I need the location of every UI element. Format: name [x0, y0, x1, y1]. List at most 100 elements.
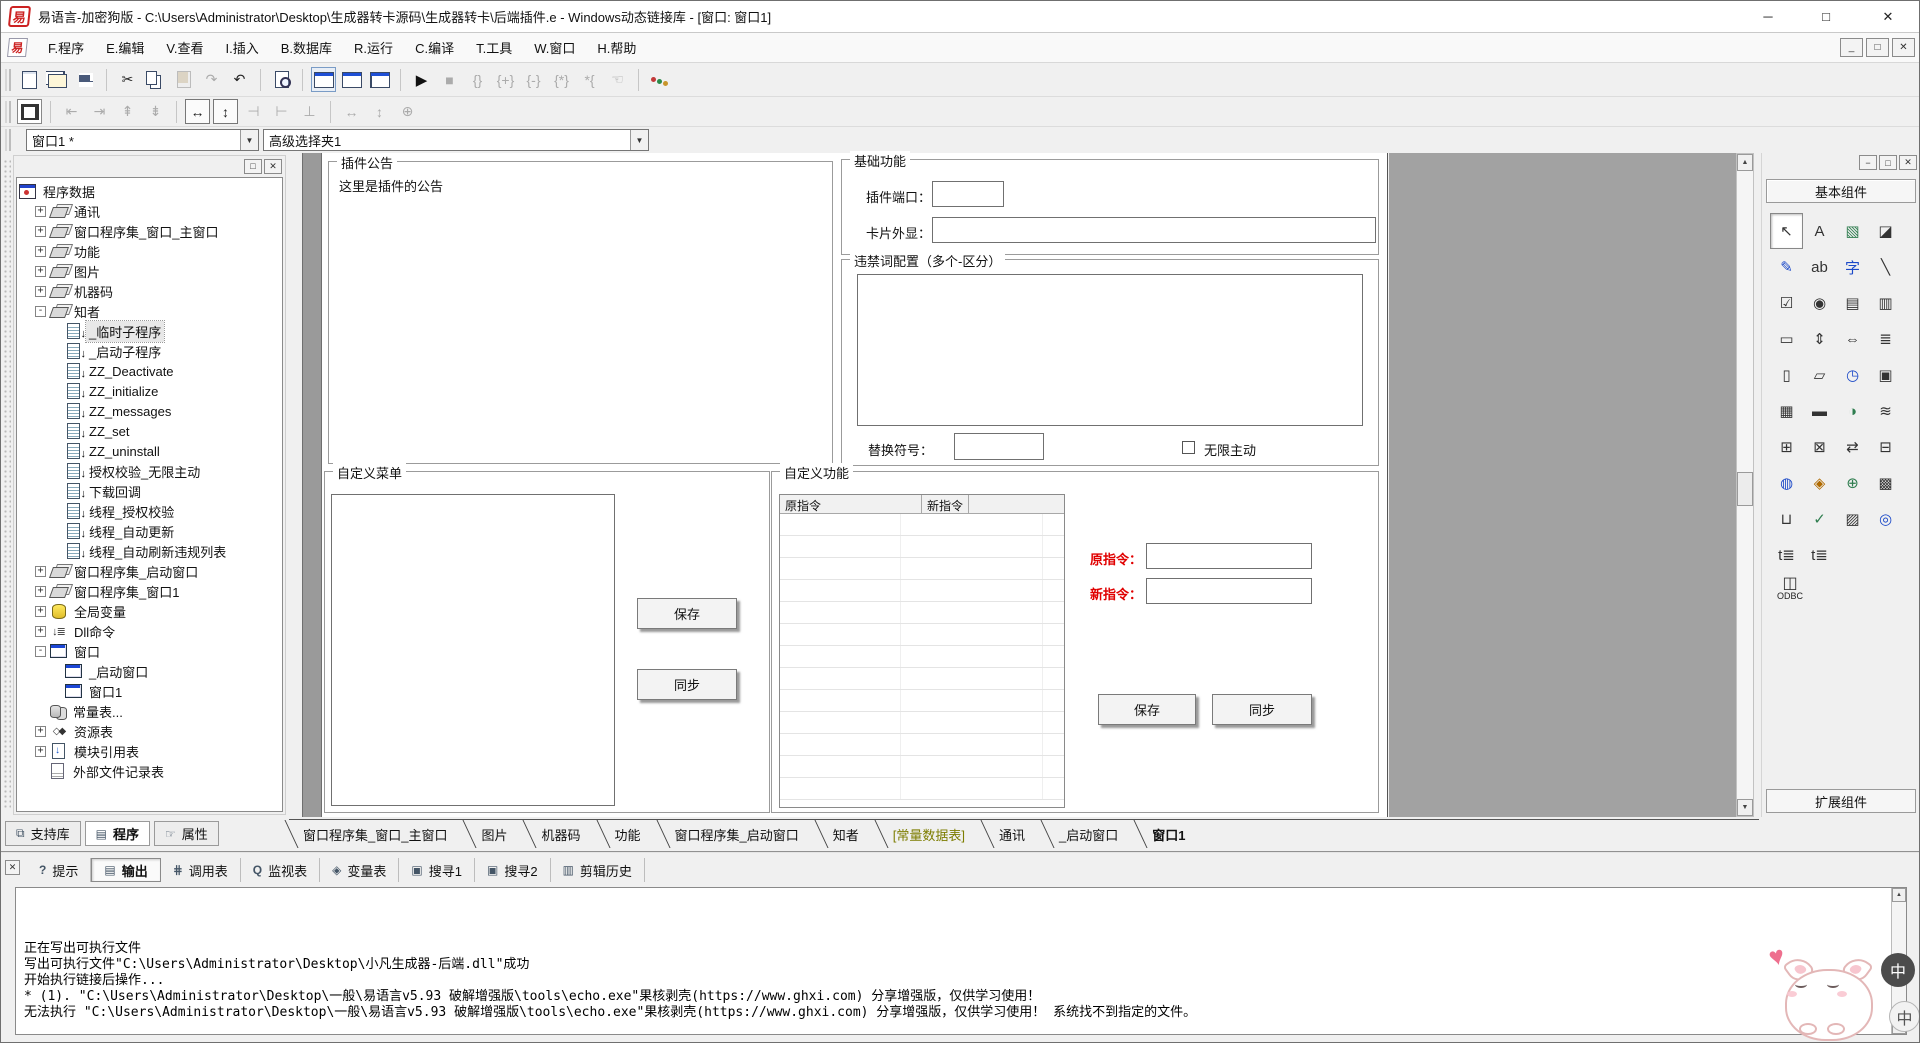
ime-indicator[interactable]: 中 — [1881, 953, 1915, 987]
mdi-window-button[interactable]: □ — [1866, 38, 1889, 57]
dock-grip[interactable] — [3, 159, 11, 809]
menu-save-button[interactable]: 保存 — [637, 598, 737, 629]
component-icon[interactable]: ✎ — [1770, 249, 1803, 285]
component-icon[interactable]: ▨ — [1836, 501, 1869, 537]
new-command-input[interactable] — [1146, 578, 1312, 604]
table-row[interactable] — [780, 514, 1064, 536]
toolbar-icon[interactable]: ↷ — [199, 67, 224, 92]
tree-item[interactable]: 授权校验_无限主动 — [17, 461, 282, 481]
tree-item[interactable]: + 模块引用表 — [17, 741, 282, 761]
replace-symbol-input[interactable] — [954, 433, 1044, 460]
toolbar-icon[interactable]: {*} — [549, 67, 574, 92]
toolbar-grip[interactable] — [5, 129, 11, 151]
tree-item[interactable]: 线程_自动更新 — [17, 521, 282, 541]
tree-item[interactable]: 窗口1 — [17, 681, 282, 701]
table-row[interactable] — [780, 712, 1064, 734]
tree-item[interactable]: ZZ_set — [17, 421, 282, 441]
document-tab[interactable]: 图片 — [467, 820, 527, 848]
tree-item[interactable]: 下载回调 — [17, 481, 282, 501]
component-icon[interactable]: ▭ — [1770, 321, 1803, 357]
toolbar-icon[interactable]: ⊢ — [269, 99, 294, 124]
document-tab[interactable]: [常量数据表] — [879, 820, 985, 848]
window-selector-combobox[interactable]: 窗口1 * ▼ — [26, 129, 259, 151]
toolbar-icon[interactable]: {+} — [493, 67, 518, 92]
document-tab[interactable]: 窗口1 — [1138, 820, 1205, 848]
toolbar-icon[interactable] — [171, 67, 196, 92]
component-icon[interactable]: ◎ — [1869, 501, 1902, 537]
tree-item[interactable]: + 窗口程序集_启动窗口 — [17, 561, 282, 581]
panel-splitter[interactable] — [302, 153, 322, 817]
toolbar-grip[interactable] — [5, 101, 11, 123]
output-tab[interactable]: ▣ 搜寻2 — [475, 858, 551, 882]
output-close-button[interactable]: ✕ — [5, 860, 20, 875]
document-tab[interactable]: 功能 — [601, 820, 661, 848]
toolbar-icon[interactable]: ■ — [437, 67, 462, 92]
tree-item[interactable]: + 资源表 — [17, 721, 282, 741]
table-row[interactable] — [780, 536, 1064, 558]
tree-item[interactable]: ZZ_initialize — [17, 381, 282, 401]
toolbar-icon[interactable] — [17, 99, 42, 124]
scrollbar-thumb[interactable] — [1737, 472, 1753, 506]
document-tab[interactable]: _启动窗口 — [1045, 820, 1138, 848]
component-icon[interactable]: ◑ — [1836, 393, 1869, 429]
component-icon[interactable]: ▥ — [1869, 285, 1902, 321]
toolbar-icon[interactable] — [311, 67, 336, 92]
tree-item[interactable]: + 通讯 — [17, 201, 282, 221]
tree-item[interactable]: + 窗口程序集_窗口_主窗口 — [17, 221, 282, 241]
toolbar-icon[interactable]: ↕ — [367, 99, 392, 124]
toolbar-icon[interactable] — [339, 67, 364, 92]
scroll-up-button[interactable]: ▲ — [1737, 154, 1753, 171]
toolbar-icon[interactable]: ⇟ — [143, 99, 168, 124]
tree-item[interactable]: _临时子程序 — [17, 321, 282, 341]
tree-expand-toggle[interactable]: + — [35, 746, 46, 757]
toolbar-icon[interactable]: ↔ — [339, 99, 364, 124]
toolbar-icon[interactable] — [269, 67, 294, 92]
card-display-input[interactable] — [932, 217, 1376, 243]
tree-expand-toggle[interactable]: - — [35, 306, 46, 317]
component-icon[interactable]: ▱ — [1803, 357, 1836, 393]
menu-item[interactable]: C.编译 — [404, 33, 465, 62]
basic-components-header[interactable]: 基本组件 — [1766, 179, 1916, 203]
output-tab[interactable]: ▣ 搜寻1 — [399, 858, 475, 882]
panel-window-button[interactable]: − — [1859, 155, 1877, 170]
toolbar-grip[interactable] — [5, 69, 11, 91]
component-icon[interactable]: t≣ — [1770, 537, 1803, 573]
component-icon[interactable]: t≣ — [1803, 537, 1836, 573]
component-icon[interactable]: ╲ — [1869, 249, 1902, 285]
component-icon[interactable]: ▣ — [1869, 357, 1902, 393]
toolbar-icon[interactable]: ↶ — [227, 67, 252, 92]
side-tab[interactable]: ▤ 程序 — [85, 821, 150, 846]
scroll-down-button[interactable]: ▼ — [1737, 799, 1753, 816]
tree-item[interactable]: ZZ_messages — [17, 401, 282, 421]
toolbar-icon[interactable]: {-} — [521, 67, 546, 92]
mdi-window-button[interactable]: _ — [1840, 38, 1863, 57]
tree-item[interactable]: 外部文件记录表 — [17, 761, 282, 781]
toolbar-icon[interactable]: *{ — [577, 67, 602, 92]
component-icon[interactable]: ☑ — [1770, 285, 1803, 321]
table-row[interactable] — [780, 646, 1064, 668]
tree-item[interactable]: + 功能 — [17, 241, 282, 261]
component-icon[interactable]: 字 — [1836, 249, 1869, 285]
mdi-window-button[interactable]: ✕ — [1892, 38, 1915, 57]
toolbar-icon[interactable] — [647, 67, 672, 92]
component-icon[interactable]: ⇕ — [1803, 321, 1836, 357]
table-row[interactable] — [780, 580, 1064, 602]
output-tab[interactable]: Q 监视表 — [241, 858, 320, 882]
tree-expand-toggle[interactable]: + — [35, 606, 46, 617]
tree-item[interactable]: - 窗口 — [17, 641, 282, 661]
chevron-down-icon[interactable]: ▼ — [630, 130, 648, 150]
plugin-port-input[interactable] — [932, 181, 1004, 207]
banned-words-textarea[interactable] — [857, 274, 1363, 426]
component-icon[interactable]: ◪ — [1869, 213, 1902, 249]
toolbar-icon[interactable]: ▶ — [409, 67, 434, 92]
table-row[interactable] — [780, 690, 1064, 712]
tree-item[interactable]: 线程_授权校验 — [17, 501, 282, 521]
tree-item[interactable]: 程序数据 — [17, 181, 282, 201]
tree-expand-toggle[interactable]: - — [35, 646, 46, 657]
table-row[interactable] — [780, 602, 1064, 624]
component-icon[interactable]: ▧ — [1836, 213, 1869, 249]
menu-item[interactable]: I.插入 — [215, 33, 270, 62]
component-icon[interactable]: ab — [1803, 249, 1836, 285]
component-icon[interactable]: ✓ — [1803, 501, 1836, 537]
menu-item[interactable]: F.程序 — [37, 33, 95, 62]
